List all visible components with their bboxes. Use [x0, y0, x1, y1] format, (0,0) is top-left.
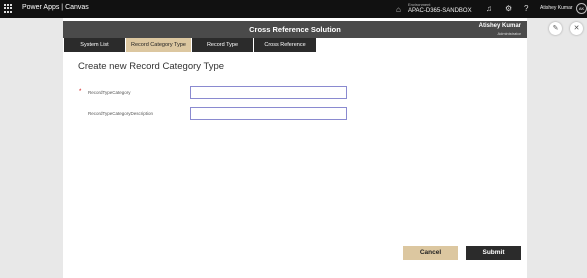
close-icon[interactable]: ✕ [570, 22, 583, 35]
edit-icon[interactable]: ✎ [549, 22, 562, 35]
form-title: Create new Record Category Type [78, 61, 225, 72]
tab-record-type[interactable]: Record Type [192, 38, 253, 52]
canvas-app-frame: Cross Reference Solution Atishey Kumar A… [63, 18, 527, 278]
app-title: Cross Reference Solution [249, 25, 341, 34]
waffle-icon[interactable] [4, 4, 12, 13]
tab-system-list[interactable]: System List [64, 38, 125, 52]
environment-name: APAC-D365-SANDBOX [408, 8, 472, 14]
record-type-category-description-label: RecordTypeCategoryDescription [88, 111, 154, 116]
record-type-category-input[interactable] [190, 86, 347, 99]
bell-icon[interactable]: ♫ [486, 4, 492, 14]
tab-cross-reference[interactable]: Cross Reference [254, 38, 316, 52]
required-marker: * [79, 89, 82, 95]
cancel-button[interactable]: Cancel [403, 246, 458, 260]
avatar[interactable]: AK [576, 3, 587, 14]
environment-label: Environment [408, 2, 431, 7]
help-icon[interactable]: ? [524, 4, 528, 14]
environment-icon: ⌂ [396, 5, 401, 14]
tab-record-category-type[interactable]: Record Category Type [126, 38, 191, 52]
settings-icon[interactable]: ⚙ [505, 4, 512, 14]
header-user-name: Atishey Kumar [478, 23, 521, 29]
submit-button[interactable]: Submit [466, 246, 521, 260]
topbar-user-name: Atishey Kumar [540, 5, 573, 11]
app-name: Power Apps | Canvas [22, 4, 89, 11]
record-type-category-label: RecordTypeCategory [88, 90, 131, 95]
power-apps-topbar: Power Apps | Canvas ⌂ Environment APAC-D… [0, 0, 587, 18]
app-header: Cross Reference Solution Atishey Kumar A… [63, 21, 527, 38]
record-type-category-description-input[interactable] [190, 107, 347, 120]
header-user-role: Administrator [497, 31, 521, 36]
